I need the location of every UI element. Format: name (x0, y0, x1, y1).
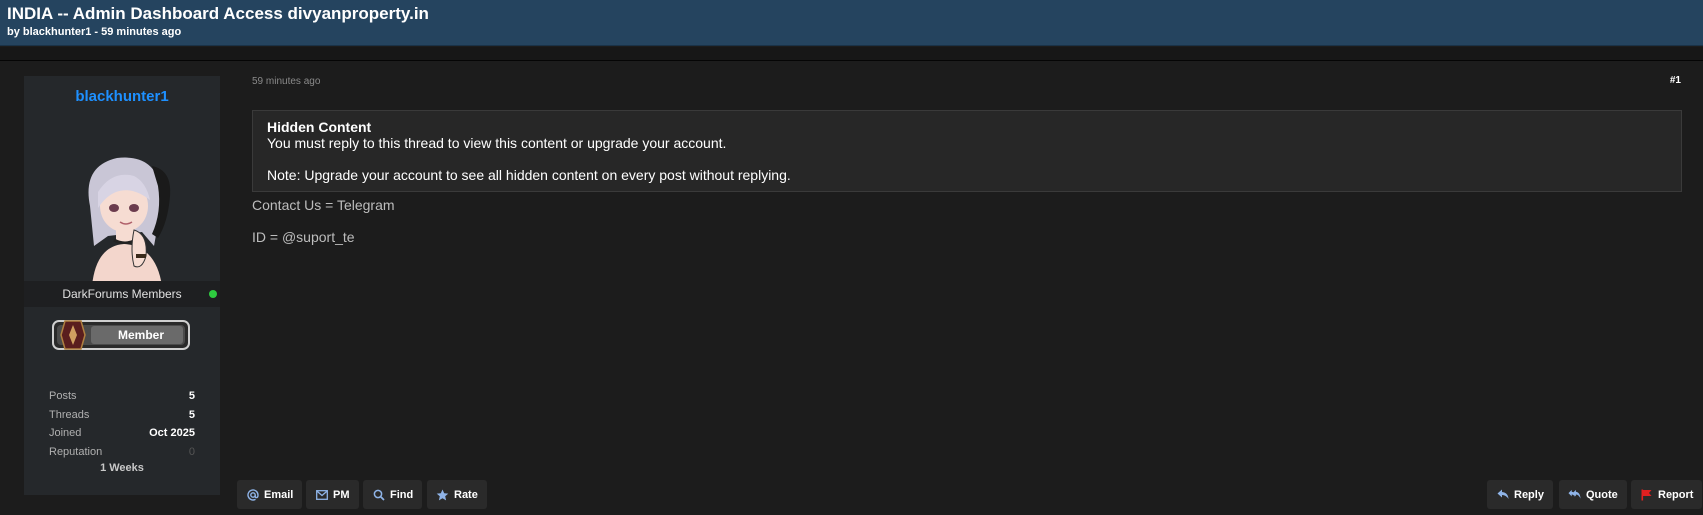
rate-button-label: Rate (454, 488, 478, 501)
stat-threads: Threads 5 (49, 406, 195, 425)
member-rank-badge: Member (52, 320, 190, 350)
star-icon (436, 488, 449, 501)
online-status-icon (209, 290, 217, 298)
hidden-content-message: You must reply to this thread to view th… (267, 135, 727, 151)
post-body-line: Contact Us = Telegram (252, 197, 395, 213)
at-icon (246, 488, 259, 501)
hidden-content-note: Note: Upgrade your account to see all hi… (267, 167, 791, 183)
find-button[interactable]: Find (363, 480, 423, 509)
author-username[interactable]: blackhunter1 (24, 88, 220, 105)
stat-value[interactable]: 5 (189, 406, 195, 425)
stat-value[interactable]: 0 (189, 443, 195, 462)
hidden-content-box: Hidden Content You must reply to this th… (252, 110, 1682, 192)
flag-icon (1640, 488, 1653, 501)
quote-icon (1568, 488, 1581, 501)
stat-joined: Joined Oct 2025 (49, 424, 195, 443)
stat-posts: Posts 5 (49, 387, 195, 406)
header-divider (0, 47, 1703, 61)
report-button[interactable]: Report (1631, 480, 1703, 509)
hidden-content-title: Hidden Content (267, 119, 372, 135)
pm-button-label: PM (333, 488, 350, 501)
stat-reputation: Reputation 0 (49, 443, 195, 462)
quote-button[interactable]: Quote (1559, 480, 1627, 509)
search-icon (372, 488, 385, 501)
reply-button[interactable]: Reply (1487, 480, 1553, 509)
stat-label: Posts (49, 390, 77, 402)
rank-label: Member (118, 328, 164, 342)
email-button[interactable]: Email (237, 480, 303, 509)
post-time: 59 minutes ago (252, 76, 321, 87)
quote-button-label: Quote (1586, 488, 1618, 501)
thread-title: INDIA -- Admin Dashboard Access divyanpr… (7, 4, 429, 23)
thread-header: INDIA -- Admin Dashboard Access divyanpr… (0, 0, 1703, 46)
stat-value: Oct 2025 (149, 427, 195, 439)
pm-button[interactable]: PM (306, 480, 359, 509)
email-button-label: Email (264, 488, 294, 501)
post-body-line: ID = @suport_te (252, 229, 355, 245)
stat-value[interactable]: 5 (189, 387, 195, 406)
stat-label: Threads (49, 408, 90, 421)
post-number-link[interactable]: #1 (1660, 75, 1681, 86)
user-group-bar: DarkForums Members (24, 281, 220, 307)
report-button-label: Report (1658, 488, 1694, 501)
stat-label: Reputation (49, 445, 103, 458)
envelope-icon (315, 488, 328, 501)
time-online: 1 Weeks (100, 462, 144, 474)
author-sidebar: blackhunter1 DarkForums Members Member P… (24, 76, 220, 495)
rate-button[interactable]: Rate (427, 480, 487, 509)
stat-label: Joined (49, 427, 82, 439)
user-group: DarkForums Members (62, 287, 182, 301)
reply-button-label: Reply (1514, 488, 1544, 501)
thread-meta: by blackhunter1 - 59 minutes ago (7, 26, 182, 38)
find-button-label: Find (390, 488, 414, 501)
author-stats: Posts 5 Threads 5 Joined Oct 2025 Reputa… (49, 387, 195, 474)
reply-icon (1496, 488, 1509, 501)
